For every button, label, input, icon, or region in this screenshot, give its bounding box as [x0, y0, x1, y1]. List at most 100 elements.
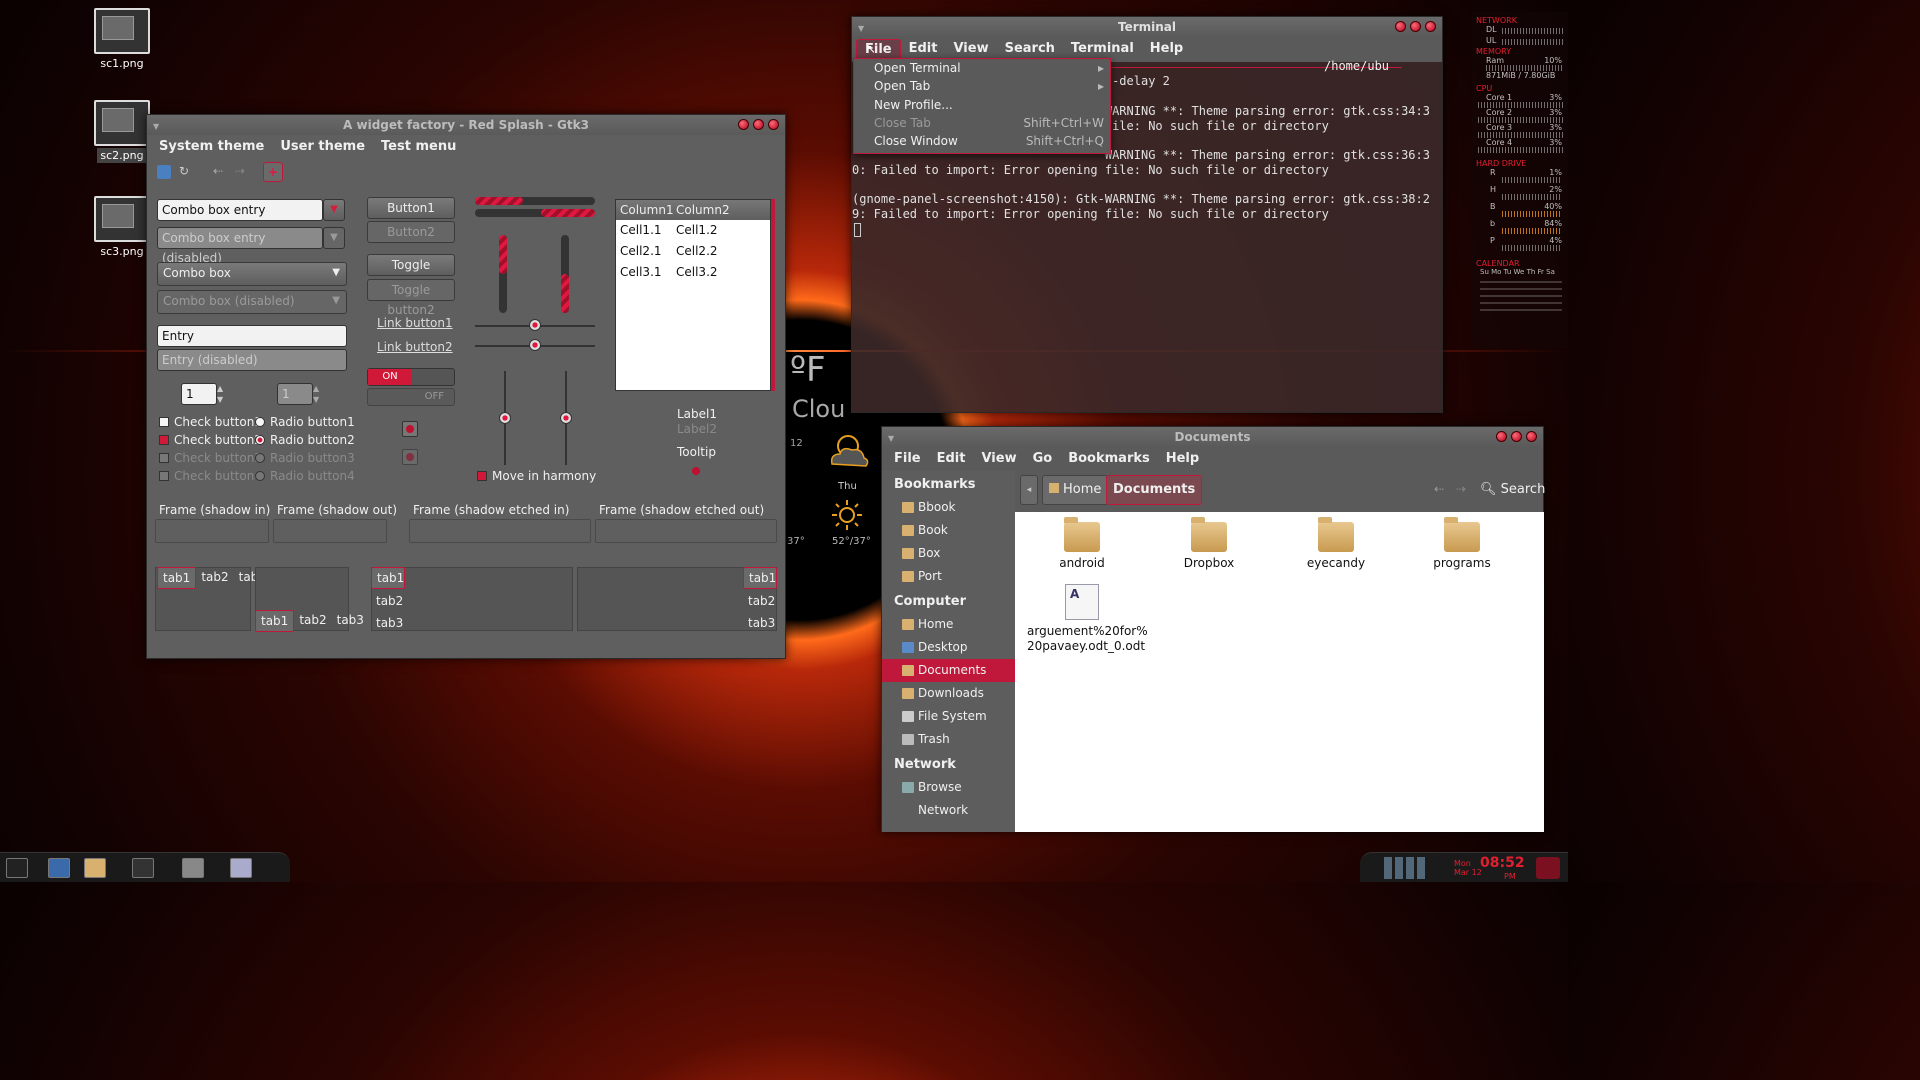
toggle-button-1[interactable]: Toggle button1 [367, 254, 455, 292]
tab-2[interactable]: tab2 [743, 591, 777, 611]
path-home-button[interactable]: Home [1042, 475, 1109, 505]
minimize-icon[interactable] [1395, 21, 1406, 32]
desktop-icon-sc2[interactable]: sc2.png [92, 100, 152, 163]
menu-search[interactable]: Search [997, 39, 1063, 60]
color-button-icon[interactable] [402, 421, 418, 437]
entry-field[interactable]: Entry [157, 325, 347, 347]
window-titlebar[interactable]: ▼ Documents [882, 427, 1543, 447]
folder-item-android[interactable]: android [1027, 517, 1137, 570]
link-button-2[interactable]: Link button2 [377, 340, 453, 354]
window-menu-icon[interactable]: ▼ [153, 117, 159, 137]
sidebar-item-book[interactable]: Book [882, 519, 1015, 542]
combo-entry-dropdown-icon[interactable]: ▼ [323, 199, 345, 221]
tree-view-scrollbar[interactable] [771, 199, 775, 391]
switch-on[interactable]: ON [367, 368, 455, 386]
menu-item-new-profile[interactable]: New Profile... [854, 96, 1110, 114]
desktop-launcher-icon[interactable] [48, 858, 70, 878]
sidebar-item-home[interactable]: Home [882, 613, 1015, 636]
task-terminal-icon[interactable] [132, 858, 154, 878]
menu-item-open-tab[interactable]: Open Tab ▸ [854, 77, 1110, 95]
back-arrow-icon[interactable]: ⇠ [1434, 482, 1444, 496]
window-menu-icon[interactable]: ▼ [858, 19, 864, 39]
radio-button-1[interactable]: Radio button1 [255, 415, 355, 429]
toolbar-network-icon[interactable] [157, 165, 171, 179]
tab-3[interactable]: tab3 [332, 610, 369, 632]
link-button-1[interactable]: Link button1 [377, 316, 453, 330]
menu-help[interactable]: Help [1158, 449, 1207, 468]
menu-user-theme[interactable]: User theme [272, 137, 373, 156]
window-menu-icon[interactable]: ▼ [888, 429, 894, 449]
column-header[interactable]: Column1 [616, 200, 674, 220]
forward-arrow-icon[interactable]: ⇢ [1456, 482, 1466, 496]
close-icon[interactable] [1526, 431, 1537, 442]
search-button[interactable]: 🔍︎ Search [1480, 482, 1545, 497]
task-widget-factory-icon[interactable] [182, 858, 204, 878]
sidebar-item-downloads[interactable]: Downloads [882, 682, 1015, 705]
tree-view[interactable]: Column1 Column2 Cell1.1 Cell1.2 Cell2.1 Cel… [615, 199, 771, 391]
sidebar-item-documents[interactable]: Documents [882, 659, 1015, 682]
file-item-odt[interactable]: arguement%20for% 20pavaey.odt_0.odt [1027, 584, 1148, 654]
tab-3[interactable]: tab3 [371, 613, 405, 633]
menu-item-close-window[interactable]: Close Window Shift+Ctrl+Q [854, 132, 1110, 150]
maximize-icon[interactable] [1410, 21, 1421, 32]
tab-1[interactable]: tab1 [157, 567, 197, 589]
menu-system-theme[interactable]: System theme [151, 137, 272, 156]
close-icon[interactable] [768, 119, 779, 130]
column-header[interactable]: Column2 [672, 200, 730, 220]
tab-1[interactable]: tab1 [743, 567, 777, 589]
folder-item-eyecandy[interactable]: eyecandy [1281, 517, 1391, 570]
vscale-1-knob[interactable] [499, 412, 511, 424]
hscale-1-knob[interactable] [529, 319, 541, 331]
refresh-icon[interactable]: ↻ [179, 164, 189, 178]
spin-arrows-icon[interactable]: ▲ ▼ [217, 383, 223, 405]
tab-2[interactable]: tab2 [196, 567, 233, 589]
sidebar-item-file-system[interactable]: File System [882, 705, 1015, 728]
menu-go[interactable]: Go [1025, 449, 1061, 468]
radio-button-2[interactable]: Radio button2 [255, 433, 355, 447]
clock-time[interactable]: 08:52 [1480, 855, 1525, 871]
table-row[interactable]: Cell3.1 Cell3.2 [616, 262, 770, 283]
move-in-harmony-check[interactable]: Move in harmony [477, 469, 596, 483]
minimize-icon[interactable] [1496, 431, 1507, 442]
tab-1[interactable]: tab1 [371, 567, 405, 589]
maximize-icon[interactable] [1511, 431, 1522, 442]
check-button-2[interactable]: Check button2 [159, 433, 262, 447]
terminal-launcher-icon[interactable] [6, 858, 28, 878]
tray-icons[interactable] [1384, 857, 1428, 879]
power-icon[interactable] [1536, 857, 1560, 879]
file-view[interactable]: android Dropbox eyecandy programs arguem… [1015, 512, 1544, 832]
menu-edit[interactable]: Edit [929, 449, 974, 468]
sidebar-item-box[interactable]: Box [882, 542, 1015, 565]
menu-test[interactable]: Test menu [373, 137, 464, 156]
combo-box[interactable]: Combo box ▼ [157, 262, 347, 286]
folder-item-programs[interactable]: programs [1407, 517, 1517, 570]
tab-1[interactable]: tab1 [255, 610, 295, 632]
close-icon[interactable] [1425, 21, 1436, 32]
table-row[interactable]: Cell2.1 Cell2.2 [616, 241, 770, 262]
window-titlebar[interactable]: ▼ Terminal [852, 17, 1442, 37]
sidebar-item-desktop[interactable]: Desktop [882, 636, 1015, 659]
add-icon[interactable]: + [263, 162, 283, 182]
sidebar-item-browse-network[interactable]: Browse Network [882, 776, 1015, 817]
sidebar-item-port[interactable]: Port [882, 565, 1015, 588]
check-button-1[interactable]: Check button1 [159, 415, 262, 429]
desktop-icon-sc3[interactable]: sc3.png [92, 196, 152, 258]
menu-view[interactable]: View [973, 449, 1024, 468]
minimize-icon[interactable] [738, 119, 749, 130]
menu-item-open-terminal[interactable]: Open Terminal ▸ [854, 59, 1110, 77]
maximize-icon[interactable] [753, 119, 764, 130]
menu-terminal[interactable]: Terminal [1063, 39, 1142, 60]
tab-3[interactable]: tab3 [743, 613, 777, 633]
spin-button-1[interactable]: 1 [181, 383, 217, 405]
path-left-arrow-icon[interactable]: ◂ [1020, 475, 1038, 505]
desktop-icon-sc1[interactable]: sc1.png [92, 8, 152, 70]
menu-file[interactable]: File [856, 39, 901, 60]
files-launcher-icon[interactable] [84, 858, 106, 878]
back-arrow-icon[interactable]: ⇠ [213, 164, 223, 178]
sidebar-item-bbook[interactable]: Bbook [882, 496, 1015, 519]
tab-2[interactable]: tab2 [294, 610, 331, 632]
forward-arrow-icon[interactable]: ⇢ [235, 164, 245, 178]
folder-item-dropbox[interactable]: Dropbox [1154, 517, 1264, 570]
table-row[interactable]: Cell1.1 Cell1.2 [616, 220, 770, 241]
menu-edit[interactable]: Edit [901, 39, 946, 60]
